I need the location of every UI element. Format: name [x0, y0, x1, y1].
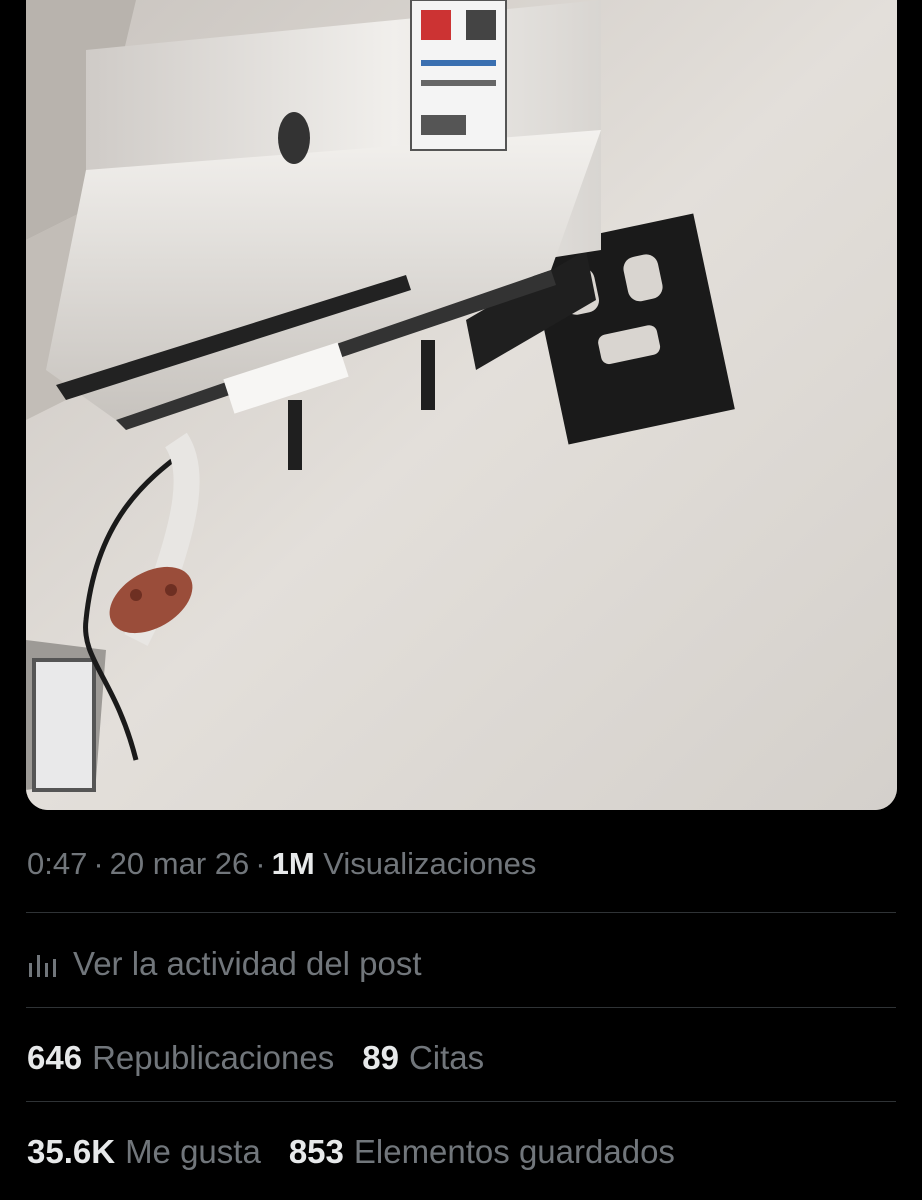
divider: [26, 1101, 896, 1102]
divider: [26, 912, 896, 913]
stats-row-reposts-quotes: 646 Republicaciones 89 Citas: [27, 1035, 484, 1081]
quotes-stat[interactable]: 89 Citas: [362, 1039, 484, 1077]
photo-air-conditioner-on-tv-mount: [26, 0, 897, 810]
post-date[interactable]: 20 mar 26: [110, 846, 250, 881]
likes-label: Me gusta: [125, 1133, 261, 1170]
post-metadata: 0:47 · 20 mar 26 · 1M Visualizaciones: [27, 842, 536, 886]
post-photo[interactable]: [26, 0, 897, 810]
stats-row-likes-bookmarks: 35.6K Me gusta 853 Elementos guardados: [27, 1129, 675, 1175]
likes-stat[interactable]: 35.6K Me gusta: [27, 1133, 261, 1171]
view-post-activity-link[interactable]: Ver la actividad del post: [27, 941, 422, 987]
reposts-count: 646: [27, 1039, 83, 1076]
quotes-label: Citas: [408, 1039, 485, 1076]
post-time[interactable]: 0:47: [27, 846, 87, 881]
divider: [26, 1007, 896, 1008]
bookmarks-label: Elementos guardados: [353, 1133, 675, 1170]
reposts-label: Republicaciones: [92, 1039, 335, 1076]
separator-dot: ·: [93, 846, 104, 881]
views-label: Visualizaciones: [323, 846, 537, 881]
bookmarks-stat[interactable]: 853 Elementos guardados: [289, 1133, 675, 1171]
views-count: 1M: [271, 846, 315, 881]
likes-count: 35.6K: [27, 1133, 116, 1170]
quotes-count: 89: [362, 1039, 399, 1076]
separator-dot: ·: [255, 846, 266, 881]
bookmarks-count: 853: [288, 1133, 344, 1170]
analytics-icon: [29, 955, 56, 977]
view-post-activity-label: Ver la actividad del post: [73, 945, 422, 982]
reposts-stat[interactable]: 646 Republicaciones: [27, 1039, 334, 1077]
